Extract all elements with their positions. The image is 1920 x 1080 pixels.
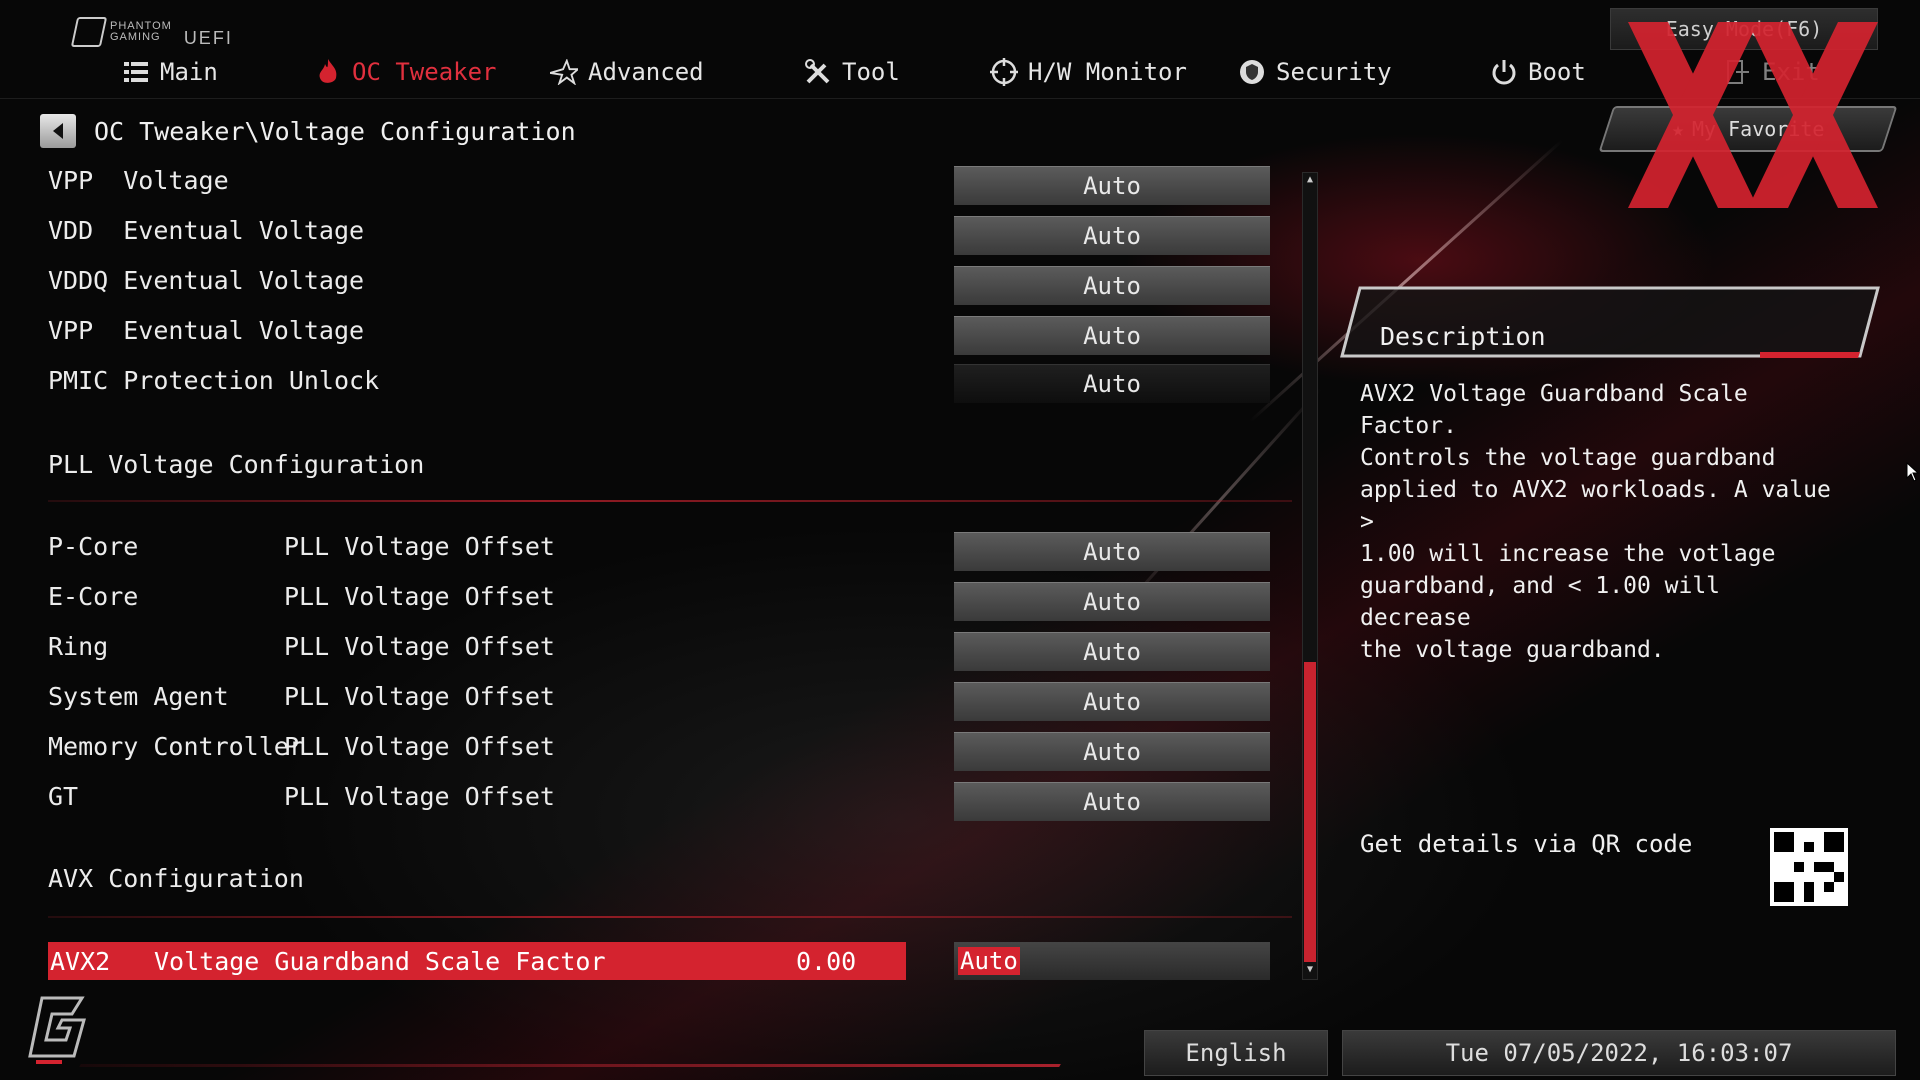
phantom-gaming-logo-icon bbox=[70, 16, 108, 47]
selected-setting-row[interactable]: AVX2 Voltage Guardband Scale Factor 0.00 bbox=[48, 942, 906, 980]
setting-name: PLL Voltage Offset bbox=[284, 732, 555, 761]
tab-hw-monitor[interactable]: H/W Monitor bbox=[990, 58, 1187, 86]
description-text: AVX2 Voltage Guardband Scale Factor. Con… bbox=[1360, 381, 1831, 663]
scale-factor-input[interactable]: Auto bbox=[954, 942, 1270, 980]
setting-name: Voltage Guardband Scale Factor bbox=[154, 946, 606, 976]
back-arrow-icon bbox=[53, 123, 63, 139]
uefi-label: UEFI bbox=[183, 28, 233, 48]
section-title: PLL Voltage Configuration bbox=[48, 450, 425, 479]
setting-value-button[interactable]: Auto bbox=[954, 532, 1270, 571]
tab-label: Tool bbox=[842, 58, 900, 86]
setting-value-button[interactable]: Auto bbox=[954, 632, 1270, 671]
setting-name: PLL Voltage Offset bbox=[284, 582, 555, 611]
input-value: Auto bbox=[958, 947, 1020, 975]
scrollbar-thumb[interactable] bbox=[1304, 662, 1316, 962]
phantom-gaming-corner-logo-icon bbox=[28, 996, 86, 1064]
mouse-cursor-icon bbox=[1906, 462, 1920, 482]
footer-accent-line bbox=[79, 1064, 1061, 1067]
setting-label: Ring bbox=[48, 632, 109, 661]
setting-value-button[interactable]: Auto bbox=[954, 216, 1270, 255]
tab-label: Main bbox=[160, 58, 218, 86]
setting-value-button[interactable]: Auto bbox=[954, 782, 1270, 821]
setting-name: PLL Voltage Offset bbox=[284, 782, 555, 811]
flame-icon bbox=[314, 58, 342, 86]
tab-advanced[interactable]: Advanced bbox=[550, 58, 704, 86]
setting-label: Memory Controller bbox=[48, 732, 304, 761]
setting-value-button[interactable]: Auto bbox=[954, 166, 1270, 205]
setting-value-button[interactable]: Auto bbox=[954, 316, 1270, 355]
shield-icon bbox=[1238, 58, 1266, 86]
setting-name: PLL Voltage Offset bbox=[284, 682, 555, 711]
back-button[interactable] bbox=[40, 114, 76, 148]
section-title: AVX Configuration bbox=[48, 864, 304, 893]
brand-line2: GAMING bbox=[110, 30, 161, 43]
language-button[interactable]: English bbox=[1144, 1030, 1328, 1076]
scroll-up-icon[interactable]: ▲ bbox=[1302, 172, 1318, 186]
watermark-xx-icon bbox=[1628, 22, 1878, 208]
tab-label: Advanced bbox=[588, 58, 704, 86]
star-icon bbox=[550, 58, 578, 86]
brand-line1: PHANTOM bbox=[110, 19, 172, 32]
setting-label: PMIC Protection Unlock bbox=[48, 366, 380, 395]
setting-name: PLL Voltage Offset bbox=[284, 532, 555, 561]
section-divider bbox=[48, 916, 1292, 918]
setting-value-button[interactable]: Auto bbox=[954, 582, 1270, 621]
list-icon bbox=[122, 58, 150, 86]
power-icon bbox=[1490, 58, 1518, 86]
setting-label: VDD Eventual Voltage bbox=[48, 216, 365, 245]
setting-name: PLL Voltage Offset bbox=[284, 632, 555, 661]
setting-value-button[interactable]: Auto bbox=[954, 682, 1270, 721]
tab-oc-tweaker[interactable]: OC Tweaker bbox=[314, 58, 497, 86]
setting-label: System Agent bbox=[48, 682, 229, 711]
scroll-down-icon[interactable]: ▼ bbox=[1302, 962, 1318, 976]
tab-label: H/W Monitor bbox=[1028, 58, 1187, 86]
brand-logo: PHANTOM GAMING UEFI bbox=[70, 14, 233, 49]
tab-label: Boot bbox=[1528, 58, 1586, 86]
tab-tool[interactable]: Tool bbox=[804, 58, 900, 86]
tab-label: OC Tweaker bbox=[352, 58, 497, 86]
setting-label: E-Core bbox=[48, 582, 139, 611]
setting-value-button[interactable]: Auto bbox=[954, 732, 1270, 771]
tab-security[interactable]: Security bbox=[1238, 58, 1392, 86]
breadcrumb-path: OC Tweaker\Voltage Configuration bbox=[94, 116, 576, 146]
setting-label: AVX2 bbox=[50, 946, 111, 976]
setting-value-button[interactable]: Auto bbox=[954, 364, 1270, 403]
breadcrumb: OC Tweaker\Voltage Configuration bbox=[40, 114, 576, 148]
section-divider bbox=[48, 500, 1292, 502]
qr-caption: Get details via QR code bbox=[1360, 830, 1693, 858]
monitor-icon bbox=[990, 58, 1018, 86]
current-value: 0.00 bbox=[796, 946, 857, 976]
setting-value-button[interactable]: Auto bbox=[954, 266, 1270, 305]
setting-label: P-Core bbox=[48, 532, 139, 561]
setting-label: VPP Eventual Voltage bbox=[48, 316, 365, 345]
tab-label: Security bbox=[1276, 58, 1392, 86]
tab-boot[interactable]: Boot bbox=[1490, 58, 1586, 86]
description-title: Description bbox=[1380, 322, 1546, 351]
datetime-display: Tue 07/05/2022, 16:03:07 bbox=[1342, 1030, 1896, 1076]
setting-label: VDDQ Eventual Voltage bbox=[48, 266, 365, 295]
tab-main[interactable]: Main bbox=[122, 58, 218, 86]
setting-label: GT bbox=[48, 782, 79, 811]
qr-code-icon bbox=[1770, 828, 1848, 906]
setting-label: VPP Voltage bbox=[48, 166, 229, 195]
tools-icon bbox=[804, 58, 832, 86]
